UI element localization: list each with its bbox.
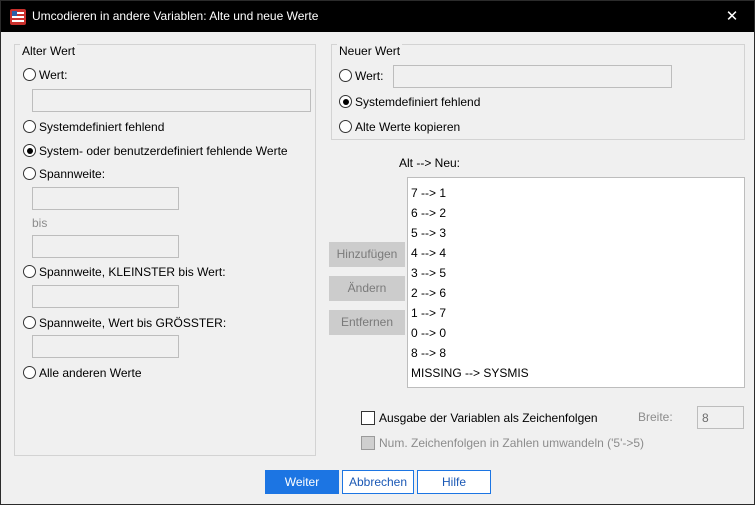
radio-button[interactable] <box>23 366 36 379</box>
list-item[interactable]: 5 --> 3 <box>408 223 744 243</box>
title-bar: Umcodieren in andere Variablen: Alte und… <box>1 1 754 32</box>
range-lowest-field[interactable] <box>32 285 179 308</box>
output-as-strings-checkbox[interactable]: Ausgabe der Variablen als Zeichenfolgen <box>361 410 598 426</box>
list-item[interactable]: 7 --> 1 <box>408 183 744 203</box>
new-value-radio[interactable]: Wert: <box>339 68 383 84</box>
continue-button[interactable]: Weiter <box>265 470 339 494</box>
radio-button[interactable] <box>23 167 36 180</box>
cancel-button[interactable]: Abbrechen <box>342 470 414 494</box>
list-item[interactable]: 0 --> 0 <box>408 323 744 343</box>
change-button[interactable]: Ändern <box>329 276 405 301</box>
radio-button[interactable] <box>23 316 36 329</box>
help-button[interactable]: Hilfe <box>417 470 491 494</box>
old-system-or-user-missing-radio[interactable]: System- oder benutzerdefiniert fehlende … <box>23 143 288 159</box>
copy-old-values-radio[interactable]: Alte Werte kopieren <box>339 119 460 135</box>
old-system-missing-radio[interactable]: Systemdefiniert fehlend <box>23 119 164 135</box>
range-to-field[interactable] <box>32 235 179 258</box>
mapping-list-header: Alt --> Neu: <box>399 156 461 170</box>
range-from-field[interactable] <box>32 187 179 210</box>
list-item[interactable]: 1 --> 7 <box>408 303 744 323</box>
radio-button[interactable] <box>339 69 352 82</box>
list-item[interactable]: 8 --> 8 <box>408 343 744 363</box>
remove-button[interactable]: Entfernen <box>329 310 405 335</box>
radio-button[interactable] <box>23 68 36 81</box>
new-value-field[interactable] <box>393 65 672 88</box>
checkbox[interactable] <box>361 411 375 425</box>
list-item[interactable]: 4 --> 4 <box>408 243 744 263</box>
list-item[interactable]: 6 --> 2 <box>408 203 744 223</box>
old-range-lowest-radio[interactable]: Spannweite, KLEINSTER bis Wert: <box>23 264 226 280</box>
width-label: Breite: <box>638 410 673 424</box>
old-all-other-radio[interactable]: Alle anderen Werte <box>23 365 142 381</box>
radio-button-selected[interactable] <box>23 144 36 157</box>
new-value-legend: Neuer Wert <box>337 44 403 58</box>
radio-button[interactable] <box>23 265 36 278</box>
old-range-radio[interactable]: Spannweite: <box>23 166 105 182</box>
recode-values-dialog: Umcodieren in andere Variablen: Alte und… <box>0 0 755 505</box>
range-highest-field[interactable] <box>32 335 179 358</box>
new-system-missing-radio[interactable]: Systemdefiniert fehlend <box>339 94 480 110</box>
width-field[interactable] <box>697 406 744 429</box>
old-value-radio[interactable]: Wert: <box>23 67 67 83</box>
dialog-body: Alter Wert Wert: Systemdefiniert fehlend… <box>1 32 754 504</box>
window-title: Umcodieren in andere Variablen: Alte und… <box>32 9 319 23</box>
old-range-highest-radio[interactable]: Spannweite, Wert bis GRÖSSTER: <box>23 315 226 331</box>
range-through-label: bis <box>32 216 48 230</box>
close-icon[interactable]: ✕ <box>710 1 754 32</box>
radio-button-selected[interactable] <box>339 95 352 108</box>
checkbox[interactable] <box>361 436 375 450</box>
radio-button[interactable] <box>339 120 352 133</box>
list-item[interactable]: 2 --> 6 <box>408 283 744 303</box>
convert-numeric-strings-checkbox[interactable]: Num. Zeichenfolgen in Zahlen umwandeln (… <box>361 435 644 451</box>
old-value-field[interactable] <box>32 89 311 112</box>
radio-button[interactable] <box>23 120 36 133</box>
old-value-legend: Alter Wert <box>20 44 78 58</box>
list-item[interactable]: MISSING --> SYSMIS <box>408 363 744 383</box>
spss-app-icon <box>10 9 26 25</box>
list-item[interactable]: 3 --> 5 <box>408 263 744 283</box>
add-button[interactable]: Hinzufügen <box>329 242 405 267</box>
old-new-mapping-list[interactable]: 7 --> 1 6 --> 2 5 --> 3 4 --> 4 3 --> 5 … <box>407 177 745 388</box>
